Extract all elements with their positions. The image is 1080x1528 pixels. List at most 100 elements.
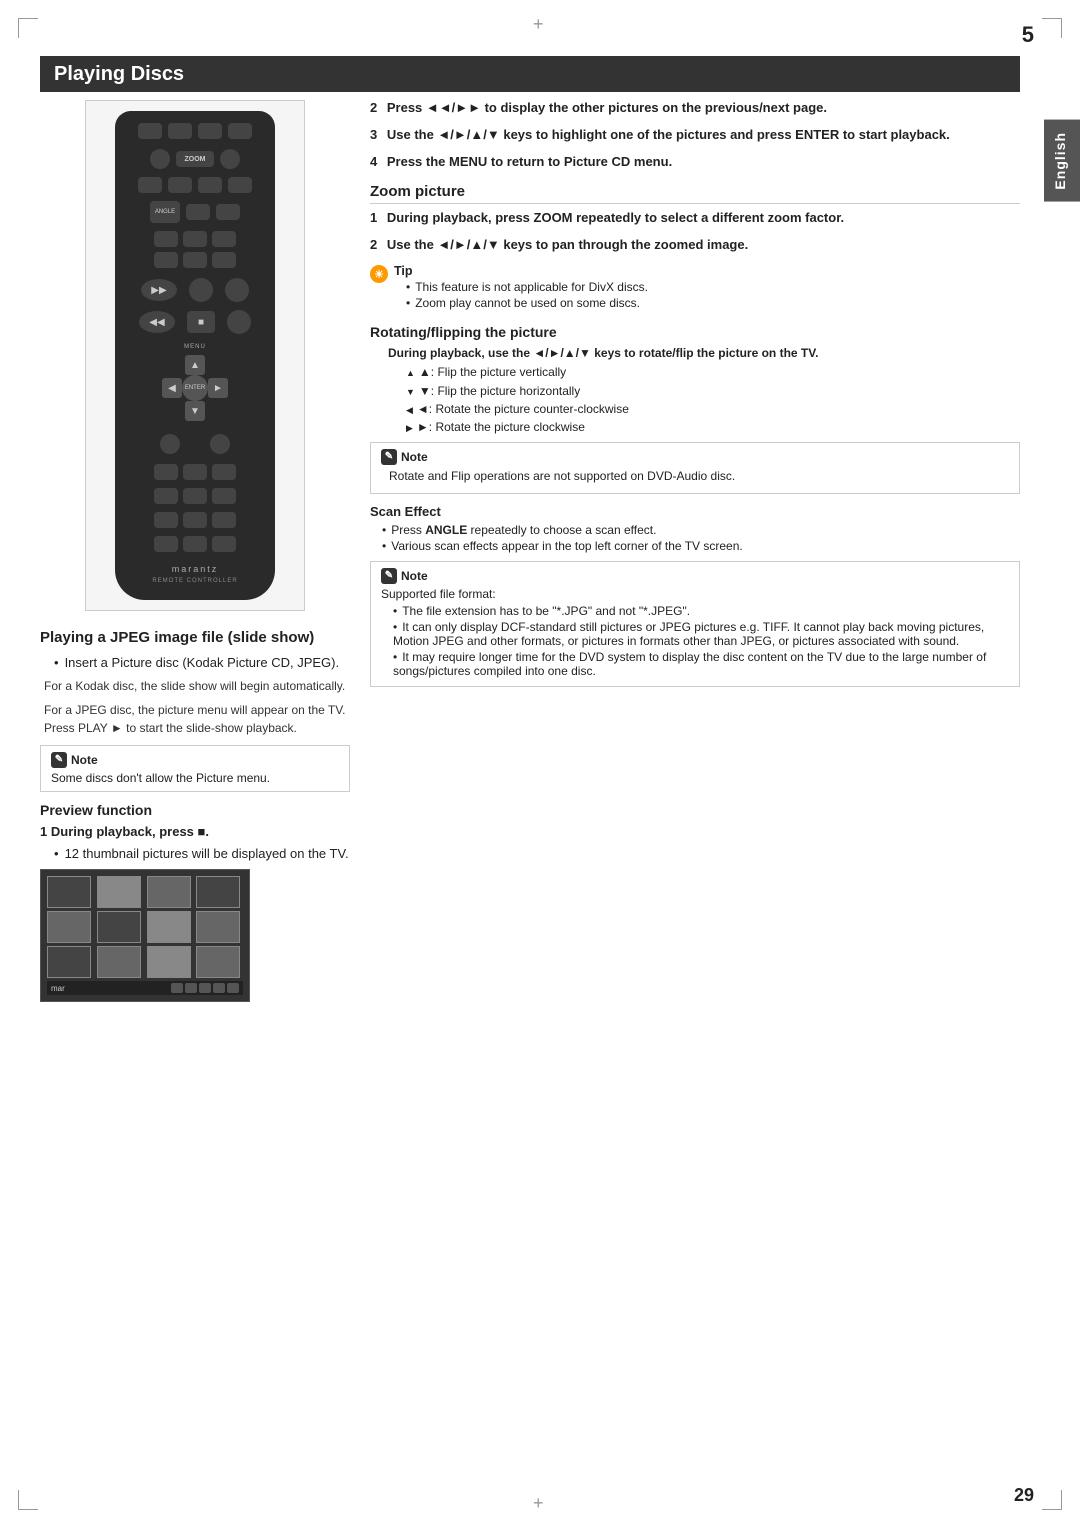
remote-numpad-3 bbox=[154, 512, 236, 528]
step-4-block: 4 Press the MENU to return to Picture CD… bbox=[370, 154, 1020, 169]
rotate-down: ▼: Flip the picture horizontally bbox=[406, 383, 1020, 400]
thumbnail-grid: mar bbox=[40, 869, 250, 1002]
ff-icon: ▶▶ bbox=[151, 285, 166, 296]
remote-side-2 bbox=[210, 434, 230, 454]
up-arrow-icon: ▲ bbox=[190, 360, 200, 371]
remote-btn-6 bbox=[168, 177, 192, 193]
remote-btn-8 bbox=[228, 177, 252, 193]
remote-stop-btn: ■ bbox=[187, 311, 215, 333]
step-3-text: Use the ◄/►/▲/▼ keys to highlight one of… bbox=[387, 127, 950, 142]
thumb-ctrl-5 bbox=[227, 983, 239, 993]
remote-g2 bbox=[183, 231, 207, 247]
enter-label: ENTER bbox=[185, 385, 205, 391]
zoom-step1-block: 1 During playback, press ZOOM repeatedly… bbox=[370, 210, 1020, 225]
remote-btn-7 bbox=[198, 177, 222, 193]
remote-n8 bbox=[183, 512, 207, 528]
jpeg-section-title: Playing a JPEG image file (slide show) bbox=[40, 629, 350, 646]
remote-n9 bbox=[212, 512, 236, 528]
rotate-right: ►: Rotate the picture clockwise bbox=[406, 420, 1020, 434]
step-3-number: 3 bbox=[370, 127, 377, 142]
remote-top-row bbox=[138, 123, 252, 139]
jpeg-bullet-1: Insert a Picture disc (Kodak Picture CD,… bbox=[54, 654, 350, 672]
zoom-step2-number: 2 bbox=[370, 237, 377, 252]
remote-n1 bbox=[154, 464, 178, 480]
remote-rew-btn: ◀◀ bbox=[139, 311, 175, 333]
scan-effect-title: Scan Effect bbox=[370, 504, 1020, 519]
remote-n4 bbox=[154, 488, 178, 504]
tip-box: ☀ Tip This feature is not applicable for… bbox=[370, 264, 1020, 312]
remote-btn-3 bbox=[198, 123, 222, 139]
stop-icon: ■ bbox=[198, 317, 204, 328]
dpad-enter: ENTER bbox=[182, 375, 208, 401]
thumb-1 bbox=[47, 876, 91, 908]
step-2-block: 2 Press ◄◄/►► to display the other pictu… bbox=[370, 100, 1020, 115]
remote-angle-row: ANGLE bbox=[150, 201, 240, 223]
dpad-right: ► bbox=[208, 378, 228, 398]
page-title: Playing Discs bbox=[54, 63, 184, 86]
note-3-sub: Supported file format: bbox=[381, 587, 1009, 601]
remote-angle-btn: ANGLE bbox=[150, 201, 180, 223]
thumb-row-3 bbox=[47, 946, 243, 978]
remote-ff-btn: ▶▶ bbox=[141, 279, 177, 301]
note-3-item1: The file extension has to be "*.JPG" and… bbox=[393, 604, 1009, 618]
thumb-4 bbox=[196, 876, 240, 908]
note-1-text: Some discs don't allow the Picture menu. bbox=[51, 771, 339, 785]
remote-btn-1 bbox=[138, 123, 162, 139]
down-arrow-icon: ▼ bbox=[190, 406, 200, 417]
note-3-item2: It can only display DCF-standard still p… bbox=[393, 620, 1009, 648]
note-2-text: Rotate and Flip operations are not suppo… bbox=[389, 468, 1009, 485]
remote-n12 bbox=[212, 536, 236, 552]
page-number-top: 5 bbox=[1022, 22, 1034, 48]
remote-round-5 bbox=[227, 310, 251, 334]
note-icon-1: ✎ bbox=[51, 752, 67, 768]
rotate-up: ▲: Flip the picture vertically bbox=[406, 364, 1020, 381]
content-area: ZOOM ANGLE bbox=[40, 100, 1020, 1488]
left-column: ZOOM ANGLE bbox=[40, 100, 350, 1488]
preview-step-num: 1 bbox=[40, 824, 47, 839]
remote-side-1 bbox=[160, 434, 180, 454]
corner-br bbox=[1042, 1490, 1062, 1510]
tip-bullet-2: Zoom play cannot be used on some discs. bbox=[406, 296, 648, 310]
thumb-5 bbox=[47, 911, 91, 943]
angle-label: ANGLE bbox=[155, 209, 175, 215]
remote-btn-2 bbox=[168, 123, 192, 139]
header-bar: Playing Discs bbox=[40, 56, 1020, 92]
remote-round-4 bbox=[225, 278, 249, 302]
corner-bl bbox=[18, 1490, 38, 1510]
remote-round-2 bbox=[220, 149, 240, 169]
remote-btn-10 bbox=[216, 204, 240, 220]
remote-btn-9 bbox=[186, 204, 210, 220]
remote-g4 bbox=[154, 252, 178, 268]
thumb-row-1 bbox=[47, 876, 243, 908]
thumb-7 bbox=[147, 911, 191, 943]
remote-g6 bbox=[212, 252, 236, 268]
tip-title: Tip bbox=[394, 264, 648, 278]
note-icon-3: ✎ bbox=[381, 568, 397, 584]
note-2-title: ✎ Note bbox=[381, 449, 1009, 465]
thumb-bar-brand: mar bbox=[51, 984, 65, 993]
remote-g5 bbox=[183, 252, 207, 268]
thumb-bar-controls bbox=[171, 983, 239, 993]
jpeg-sub-2: For a JPEG disc, the picture menu will a… bbox=[44, 701, 350, 737]
thumb-11 bbox=[147, 946, 191, 978]
remote-body: ZOOM ANGLE bbox=[115, 111, 275, 600]
dpad-up: ▲ bbox=[185, 355, 205, 375]
step-2-text: Press ◄◄/►► to display the other picture… bbox=[387, 100, 827, 115]
remote-grid-3 bbox=[154, 231, 236, 268]
step-2-number: 2 bbox=[370, 100, 377, 115]
thumb-6 bbox=[97, 911, 141, 943]
remote-row-3 bbox=[138, 177, 252, 193]
scan-bullet-2: Various scan effects appear in the top l… bbox=[382, 539, 1020, 553]
preview-step1-text: During playback, press ■. bbox=[51, 824, 209, 839]
right-column: 2 Press ◄◄/►► to display the other pictu… bbox=[370, 100, 1020, 1488]
remote-rew-row: ◀◀ ■ bbox=[139, 310, 251, 334]
note-box-3: ✎ Note Supported file format: The file e… bbox=[370, 561, 1020, 687]
remote-g1 bbox=[154, 231, 178, 247]
remote-n6 bbox=[212, 488, 236, 504]
rotate-main-bullet: During playback, use the ◄/►/▲/▼ keys to… bbox=[388, 345, 1020, 362]
remote-numpad-4 bbox=[154, 536, 236, 552]
step-4-number: 4 bbox=[370, 154, 377, 169]
zoom-label: ZOOM bbox=[185, 156, 206, 163]
step-3-block: 3 Use the ◄/►/▲/▼ keys to highlight one … bbox=[370, 127, 1020, 142]
thumb-row-2 bbox=[47, 911, 243, 943]
